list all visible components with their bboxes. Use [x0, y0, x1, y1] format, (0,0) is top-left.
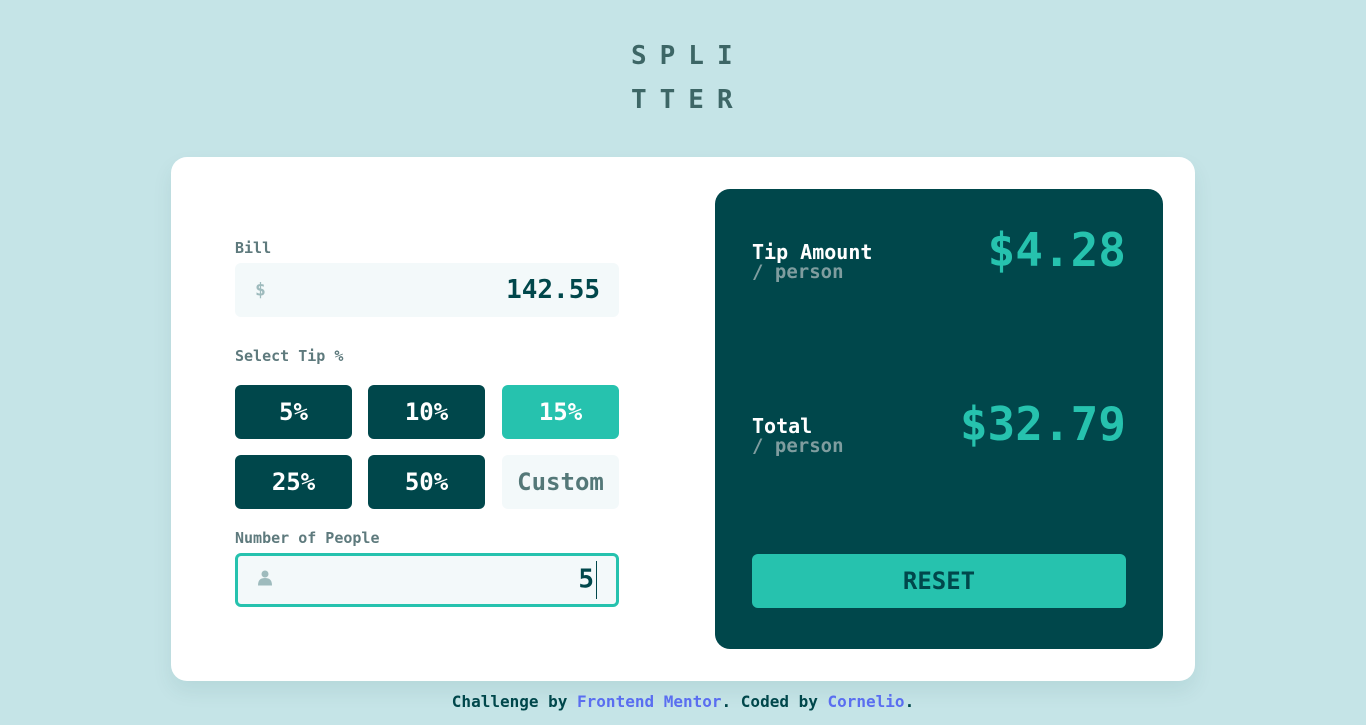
logo-line-2: TTER — [631, 85, 746, 115]
total-value: $32.79 — [959, 397, 1126, 451]
total-sub: / person — [752, 435, 844, 457]
attribution-prefix: Challenge by — [451, 692, 578, 711]
bill-input[interactable]: $ 142.55 — [235, 263, 619, 317]
reset-button[interactable]: RESET — [752, 554, 1126, 608]
frontend-mentor-link[interactable]: Frontend Mentor — [577, 692, 722, 711]
attribution-suffix: . — [904, 692, 915, 711]
tip-amount-label: Tip Amount — [752, 240, 873, 264]
logo-line-1: SPLI — [631, 41, 746, 71]
tip-amount-sub: / person — [752, 261, 844, 283]
tip-button-15[interactable]: 15% — [502, 385, 619, 439]
person-icon — [258, 570, 272, 591]
bill-value: 142.55 — [506, 275, 600, 305]
results-panel: Tip Amount / person $4.28 Total / person… — [715, 189, 1163, 649]
people-label: Number of People — [235, 529, 380, 547]
calculator-card: Bill $ 142.55 Select Tip % 5% 10% 15% 25… — [171, 157, 1195, 681]
total-label: Total — [752, 414, 813, 438]
people-input[interactable]: 5 — [235, 553, 619, 607]
people-value: 5 — [578, 564, 594, 595]
tip-button-10[interactable]: 10% — [368, 385, 485, 439]
tip-amount-value: $4.28 — [987, 223, 1126, 277]
custom-tip-input[interactable]: Custom — [502, 455, 619, 509]
app-logo: SPLI TTER — [631, 34, 751, 122]
tip-button-50[interactable]: 50% — [368, 455, 485, 509]
bill-label: Bill — [235, 239, 272, 257]
attribution-middle: . Coded by — [721, 692, 828, 711]
text-caret — [596, 561, 597, 599]
tip-button-25[interactable]: 25% — [235, 455, 352, 509]
author-link[interactable]: Cornelio — [828, 692, 905, 711]
tip-button-5[interactable]: 5% — [235, 385, 352, 439]
attribution: Challenge by Frontend Mentor. Coded by C… — [0, 692, 1366, 711]
dollar-icon: $ — [255, 279, 266, 301]
select-tip-label: Select Tip % — [235, 347, 344, 365]
